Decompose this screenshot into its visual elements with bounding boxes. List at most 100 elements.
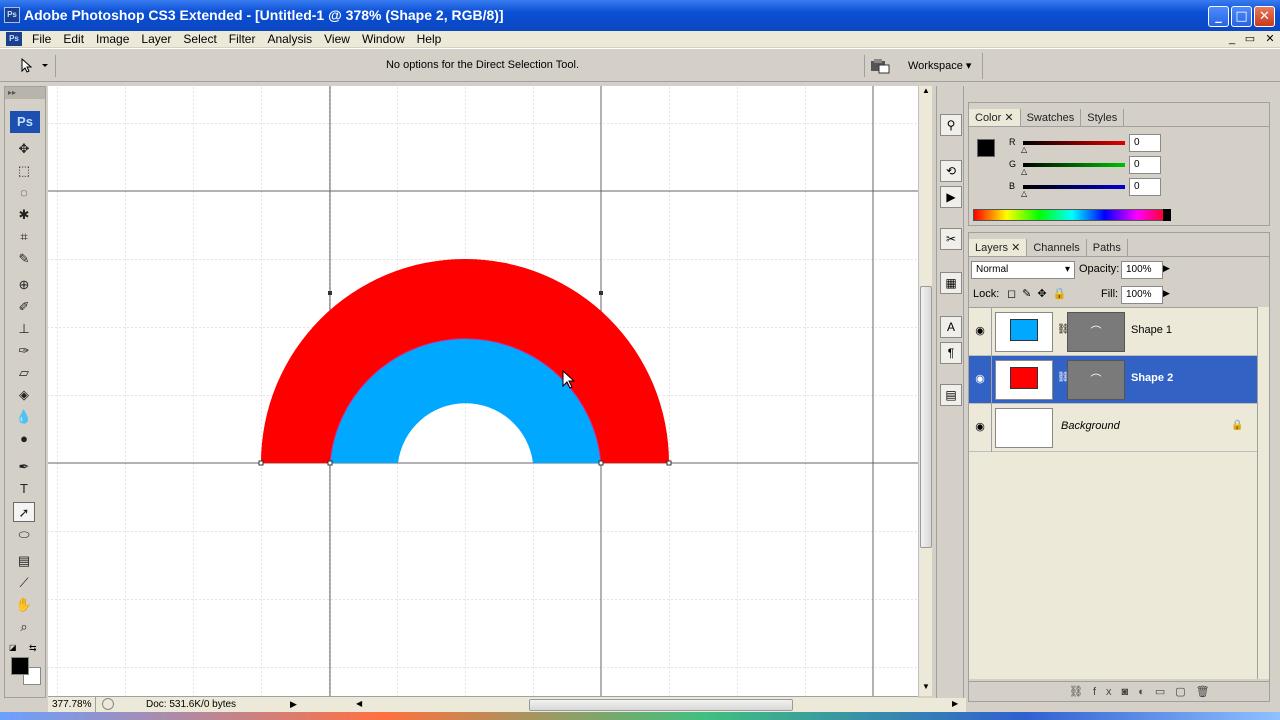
- visibility-eye-icon[interactable]: ◉: [973, 372, 987, 386]
- default-colors-icon[interactable]: ◪: [9, 643, 19, 653]
- channel-slider-handle-icon[interactable]: △: [1021, 189, 1027, 198]
- navigator-icon[interactable]: ⚲: [940, 114, 962, 136]
- scroll-down-icon[interactable]: ▼: [920, 682, 932, 694]
- status-info-icon[interactable]: [102, 698, 114, 710]
- menu-image[interactable]: Image: [90, 31, 135, 47]
- marquee-tool-icon[interactable]: ⬚: [13, 161, 35, 181]
- fg-color-swatch[interactable]: [977, 139, 995, 157]
- channel-slider-handle-icon[interactable]: △: [1021, 145, 1027, 154]
- close-button[interactable]: ✕: [1254, 6, 1275, 27]
- slice-tool-icon[interactable]: ✎: [13, 249, 35, 269]
- brush-tool-icon[interactable]: ✐: [13, 297, 35, 317]
- vertical-scrollbar[interactable]: ▲ ▼: [918, 86, 932, 696]
- blend-mode-select[interactable]: Normal ▾: [971, 261, 1075, 279]
- history-icon[interactable]: ⟲: [940, 160, 962, 182]
- scroll-left-icon[interactable]: ◀: [356, 699, 362, 708]
- bridge-icon[interactable]: [864, 55, 892, 77]
- fill-field[interactable]: 100%: [1121, 286, 1163, 304]
- type-tool-icon[interactable]: T: [13, 479, 35, 499]
- document-icon[interactable]: Ps: [6, 32, 22, 46]
- blur-tool-icon[interactable]: 💧: [13, 407, 35, 427]
- anchor-point[interactable]: [327, 460, 333, 466]
- actions-icon[interactable]: ▶: [940, 186, 962, 208]
- tab-channels[interactable]: Channels: [1027, 239, 1087, 256]
- doc-minimize-button[interactable]: _: [1224, 32, 1240, 46]
- lasso-tool-icon[interactable]: ◌: [13, 183, 35, 203]
- tab-color[interactable]: Color ✕: [969, 109, 1021, 126]
- anchor-point[interactable]: [666, 460, 672, 466]
- channel-value-g[interactable]: 0: [1129, 156, 1161, 174]
- tab-styles[interactable]: Styles: [1081, 109, 1125, 126]
- channel-value-r[interactable]: 0: [1129, 134, 1161, 152]
- link-icon[interactable]: ⛓: [1069, 686, 1093, 698]
- move-tool-icon[interactable]: ✥: [13, 139, 35, 159]
- clone-stamp-icon[interactable]: ⊥: [13, 319, 35, 339]
- black-swatch[interactable]: [1163, 209, 1171, 221]
- horizontal-scrollbar[interactable]: ◀ ▶: [354, 698, 966, 712]
- photoshop-app-icon[interactable]: Ps: [4, 7, 20, 23]
- layer-row[interactable]: ◉ ⛓ ⌒ Shape 2: [969, 356, 1257, 404]
- document-canvas[interactable]: [48, 86, 918, 696]
- brushes-icon[interactable]: ▦: [940, 272, 962, 294]
- menu-select[interactable]: Select: [177, 31, 222, 47]
- layer-thumbnail[interactable]: [995, 360, 1053, 400]
- fill-slider-arrow-icon[interactable]: ▶: [1163, 288, 1170, 299]
- channel-slider-r[interactable]: [1023, 141, 1125, 145]
- adjustment-icon[interactable]: ◐: [1138, 686, 1155, 698]
- trash-icon[interactable]: 🗑: [1196, 686, 1220, 698]
- maximize-button[interactable]: □: [1231, 6, 1252, 27]
- menu-file[interactable]: File: [26, 31, 57, 47]
- character-icon[interactable]: A: [940, 316, 962, 338]
- tab-swatches[interactable]: Swatches: [1021, 109, 1082, 126]
- channel-slider-b[interactable]: [1023, 185, 1125, 189]
- layer-row[interactable]: ◉ Background 🔒: [969, 404, 1257, 452]
- opacity-field[interactable]: 100%: [1121, 261, 1163, 279]
- history-brush-icon[interactable]: ✑: [13, 341, 35, 361]
- eraser-tool-icon[interactable]: ▱: [13, 363, 35, 383]
- zoom-level[interactable]: 377.78%: [48, 697, 96, 712]
- group-icon[interactable]: ▭: [1155, 686, 1175, 698]
- visibility-eye-icon[interactable]: ◉: [973, 420, 987, 434]
- channel-slider-handle-icon[interactable]: △: [1021, 167, 1027, 176]
- paragraph-icon[interactable]: ¶: [940, 342, 962, 364]
- tab-paths[interactable]: Paths: [1087, 239, 1128, 256]
- zoom-tool-icon[interactable]: ⌕: [13, 617, 35, 637]
- menu-layer[interactable]: Layer: [135, 31, 177, 47]
- scroll-up-icon[interactable]: ▲: [920, 86, 932, 98]
- menu-filter[interactable]: Filter: [223, 31, 262, 47]
- dodge-tool-icon[interactable]: ●: [13, 429, 35, 449]
- eyedropper-tool-icon[interactable]: ⟋: [13, 573, 35, 593]
- foreground-color-swatch[interactable]: [11, 657, 29, 675]
- healing-brush-icon[interactable]: ⊕: [13, 275, 35, 295]
- vertical-scroll-thumb[interactable]: [920, 286, 932, 548]
- hand-tool-icon[interactable]: ✋: [13, 595, 35, 615]
- layer-thumbnail[interactable]: [995, 408, 1053, 448]
- ellipse-tool-icon[interactable]: ⬭: [13, 525, 35, 545]
- pen-tool-icon[interactable]: ✒: [13, 457, 35, 477]
- paint-bucket-icon[interactable]: ◈: [13, 385, 35, 405]
- tool-presets-icon[interactable]: ✂: [940, 228, 962, 250]
- menu-help[interactable]: Help: [411, 31, 448, 47]
- anchor-point[interactable]: [328, 291, 332, 295]
- toolbox-header[interactable]: ▸▸: [5, 87, 45, 99]
- magic-wand-tool-icon[interactable]: ✱: [13, 205, 35, 225]
- channel-slider-g[interactable]: [1023, 163, 1125, 167]
- layers-scrollbar[interactable]: [1257, 307, 1269, 679]
- menu-view[interactable]: View: [318, 31, 356, 47]
- swap-colors-icon[interactable]: ⇆: [29, 643, 41, 653]
- horizontal-scroll-thumb[interactable]: [529, 699, 793, 711]
- status-menu-arrow-icon[interactable]: ▶: [290, 699, 297, 710]
- anchor-point[interactable]: [599, 291, 603, 295]
- doc-close-button[interactable]: ✕: [1262, 32, 1278, 46]
- tool-preset-picker[interactable]: [14, 55, 56, 77]
- workspace-menu[interactable]: Workspace ▾: [908, 59, 971, 72]
- direct-selection-tool-icon[interactable]: ➚: [13, 502, 35, 522]
- channel-value-b[interactable]: 0: [1129, 178, 1161, 196]
- menu-analysis[interactable]: Analysis: [261, 31, 318, 47]
- fx-icon[interactable]: fx: [1093, 686, 1122, 698]
- anchor-point[interactable]: [598, 460, 604, 466]
- layer-thumbnail[interactable]: [995, 312, 1053, 352]
- minimize-button[interactable]: _: [1208, 6, 1229, 27]
- visibility-eye-icon[interactable]: ◉: [973, 324, 987, 338]
- color-spectrum-ramp[interactable]: [973, 209, 1171, 221]
